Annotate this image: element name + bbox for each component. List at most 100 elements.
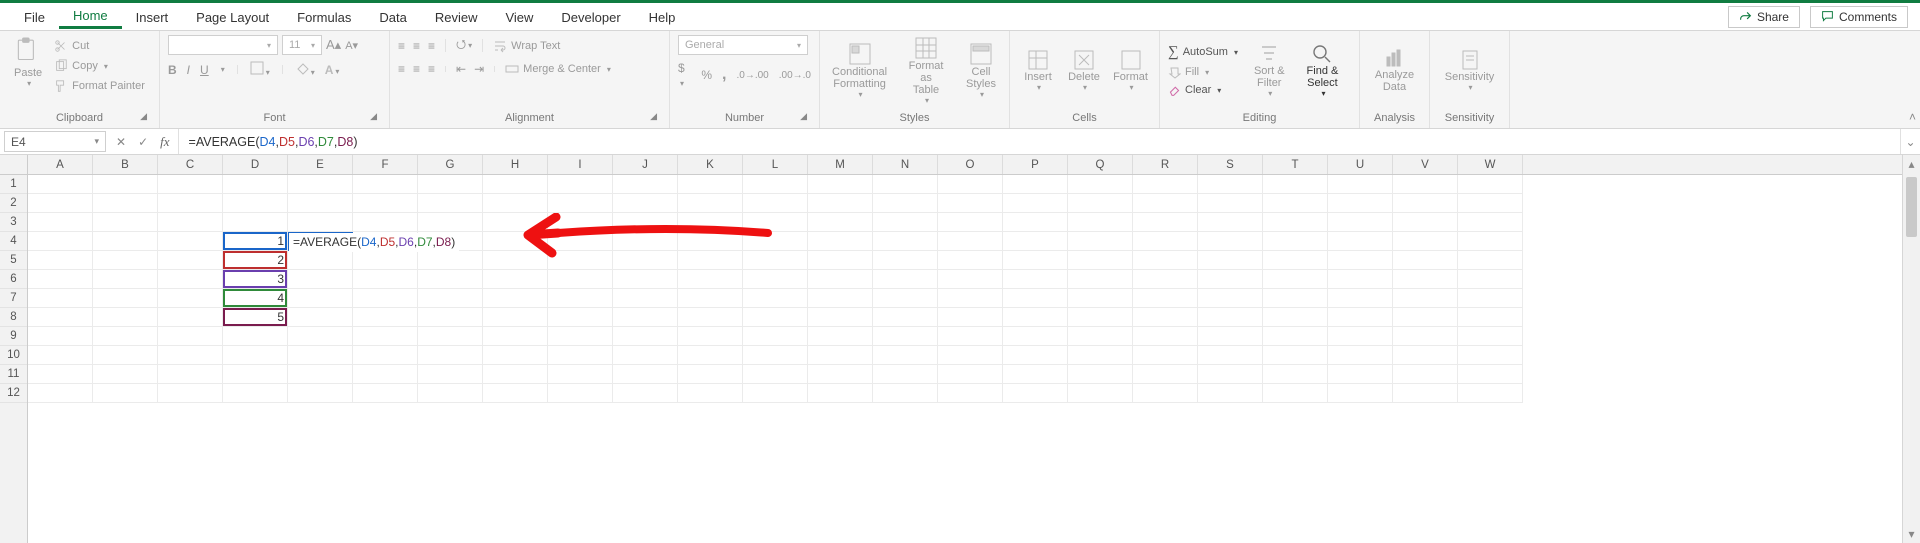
cell-D3[interactable] <box>223 213 288 232</box>
cell-M4[interactable] <box>808 232 873 251</box>
cell-J7[interactable] <box>613 289 678 308</box>
cell-B1[interactable] <box>93 175 158 194</box>
cell-J6[interactable] <box>613 270 678 289</box>
cell-H11[interactable] <box>483 365 548 384</box>
cell-S1[interactable] <box>1198 175 1263 194</box>
column-header-Q[interactable]: Q <box>1068 155 1133 174</box>
cell-L8[interactable] <box>743 308 808 327</box>
delete-cells-button[interactable]: Delete▾ <box>1064 47 1104 94</box>
cell-H5[interactable] <box>483 251 548 270</box>
cell-K12[interactable] <box>678 384 743 403</box>
cell-V7[interactable] <box>1393 289 1458 308</box>
cell-M11[interactable] <box>808 365 873 384</box>
cell-U8[interactable] <box>1328 308 1393 327</box>
wrap-text-button[interactable]: Wrap Text <box>493 39 560 53</box>
cell-Q10[interactable] <box>1068 346 1133 365</box>
cell-I1[interactable] <box>548 175 613 194</box>
column-header-M[interactable]: M <box>808 155 873 174</box>
cell-I2[interactable] <box>548 194 613 213</box>
increase-font-icon[interactable]: A▴ <box>326 37 341 53</box>
align-right-icon[interactable]: ≡ <box>428 62 435 76</box>
row-header-1[interactable]: 1 <box>0 175 27 194</box>
cell-Q2[interactable] <box>1068 194 1133 213</box>
cell-C10[interactable] <box>158 346 223 365</box>
column-header-G[interactable]: G <box>418 155 483 174</box>
cell-R10[interactable] <box>1133 346 1198 365</box>
column-header-N[interactable]: N <box>873 155 938 174</box>
cell-H8[interactable] <box>483 308 548 327</box>
cell-I8[interactable] <box>548 308 613 327</box>
cell-C8[interactable] <box>158 308 223 327</box>
column-header-B[interactable]: B <box>93 155 158 174</box>
cell-C5[interactable] <box>158 251 223 270</box>
row-header-12[interactable]: 12 <box>0 384 27 403</box>
cell-J3[interactable] <box>613 213 678 232</box>
tab-file[interactable]: File <box>10 6 59 28</box>
cell-L4[interactable] <box>743 232 808 251</box>
column-header-P[interactable]: P <box>1003 155 1068 174</box>
column-header-A[interactable]: A <box>28 155 93 174</box>
cell-E3[interactable] <box>288 213 353 232</box>
cell-L6[interactable] <box>743 270 808 289</box>
tab-insert[interactable]: Insert <box>122 6 183 28</box>
insert-function-button[interactable]: fx <box>160 134 169 150</box>
increase-decimal-icon[interactable]: .0→.00 <box>737 70 769 81</box>
cell-J1[interactable] <box>613 175 678 194</box>
cell-D8[interactable]: 5 <box>223 308 288 327</box>
cell-N12[interactable] <box>873 384 938 403</box>
cell-U1[interactable] <box>1328 175 1393 194</box>
cell-T10[interactable] <box>1263 346 1328 365</box>
tab-view[interactable]: View <box>491 6 547 28</box>
cell-K11[interactable] <box>678 365 743 384</box>
cell-B3[interactable] <box>93 213 158 232</box>
tab-formulas[interactable]: Formulas <box>283 6 365 28</box>
cell-V2[interactable] <box>1393 194 1458 213</box>
fill-button[interactable]: Fill▾ <box>1168 66 1238 79</box>
cell-I3[interactable] <box>548 213 613 232</box>
cell-D2[interactable] <box>223 194 288 213</box>
cell-O1[interactable] <box>938 175 1003 194</box>
cell-M1[interactable] <box>808 175 873 194</box>
cell-T12[interactable] <box>1263 384 1328 403</box>
cell-L7[interactable] <box>743 289 808 308</box>
cell-W11[interactable] <box>1458 365 1523 384</box>
cell-B5[interactable] <box>93 251 158 270</box>
cell-L1[interactable] <box>743 175 808 194</box>
cell-K8[interactable] <box>678 308 743 327</box>
sensitivity-button[interactable]: Sensitivity▾ <box>1438 35 1501 105</box>
cell-P10[interactable] <box>1003 346 1068 365</box>
cell-S5[interactable] <box>1198 251 1263 270</box>
cell-J8[interactable] <box>613 308 678 327</box>
row-header-2[interactable]: 2 <box>0 194 27 213</box>
cell-O8[interactable] <box>938 308 1003 327</box>
cell-V1[interactable] <box>1393 175 1458 194</box>
decrease-font-icon[interactable]: A▾ <box>345 39 358 52</box>
fill-color-button[interactable]: ▾ <box>295 61 315 78</box>
dialog-launcher-icon[interactable]: ◢ <box>140 111 147 122</box>
cell-U4[interactable] <box>1328 232 1393 251</box>
cell-P7[interactable] <box>1003 289 1068 308</box>
cell-L5[interactable] <box>743 251 808 270</box>
cell-H2[interactable] <box>483 194 548 213</box>
formula-input[interactable]: =AVERAGE(D4,D5,D6,D7,D8) <box>178 129 1900 154</box>
align-top-icon[interactable]: ≡ <box>398 39 405 53</box>
cell-O4[interactable] <box>938 232 1003 251</box>
cell-S11[interactable] <box>1198 365 1263 384</box>
cell-P5[interactable] <box>1003 251 1068 270</box>
cell-A3[interactable] <box>28 213 93 232</box>
cell-S4[interactable] <box>1198 232 1263 251</box>
cell-P2[interactable] <box>1003 194 1068 213</box>
column-header-L[interactable]: L <box>743 155 808 174</box>
column-header-F[interactable]: F <box>353 155 418 174</box>
cell-R8[interactable] <box>1133 308 1198 327</box>
align-bottom-icon[interactable]: ≡ <box>428 39 435 53</box>
cell-M9[interactable] <box>808 327 873 346</box>
format-painter-button[interactable]: Format Painter <box>54 79 145 93</box>
cell-D10[interactable] <box>223 346 288 365</box>
cancel-edit-button[interactable]: ✕ <box>116 135 126 149</box>
cell-E12[interactable] <box>288 384 353 403</box>
cell-F7[interactable] <box>353 289 418 308</box>
cell-W4[interactable] <box>1458 232 1523 251</box>
cell-G3[interactable] <box>418 213 483 232</box>
cell-H12[interactable] <box>483 384 548 403</box>
